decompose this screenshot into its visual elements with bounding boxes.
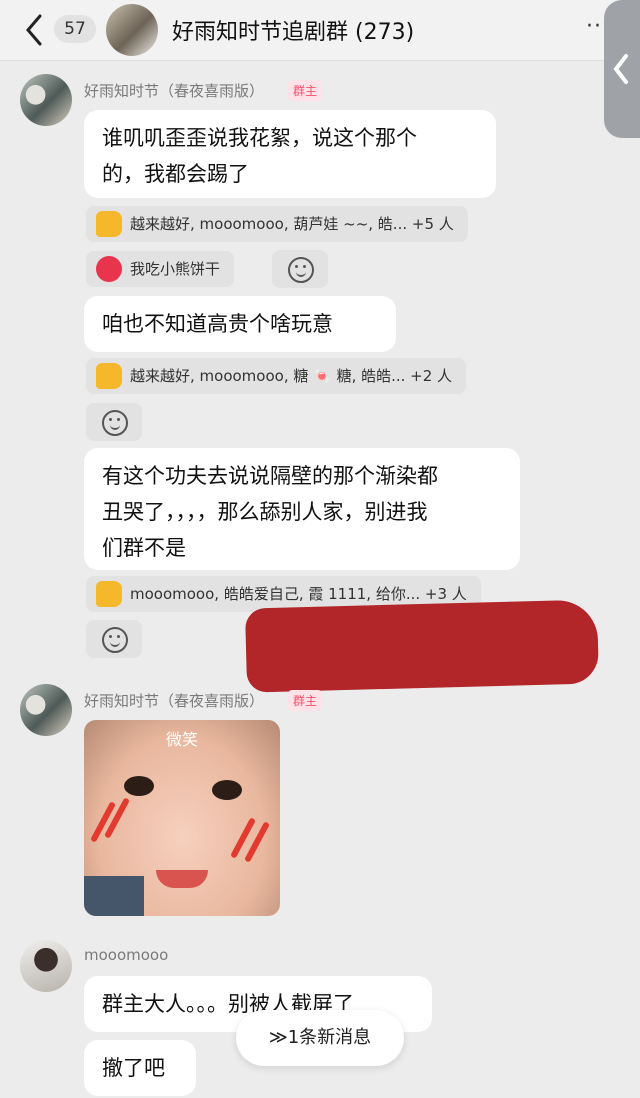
baby-sticker-image[interactable]: 微笑 [84,720,280,916]
message-text-line: 的，我都会踢了 [102,162,249,186]
message-text-line: 撤了吧 [102,1056,165,1080]
sender-avatar[interactable] [20,940,72,992]
owner-tag: 群主 [288,690,323,711]
sticker-shirt [84,876,144,916]
unread-count-badge[interactable]: 57 [54,15,96,43]
sticker-eye [212,780,242,800]
sender-avatar[interactable] [20,74,72,126]
message-text-line: 们群不是 [102,536,186,560]
back-arrow-icon[interactable] [20,10,50,50]
message-text-line: 谁叽叽歪歪说我花絮，说这个那个 [102,126,417,150]
add-reaction-button[interactable] [272,250,328,288]
reaction-bar[interactable]: 我吃小熊饼干 [86,251,235,287]
thumbs-up-icon [96,363,122,389]
group-avatar[interactable] [106,4,158,56]
smiley-icon [102,627,128,653]
message-bubble[interactable]: 有这个功夫去说说隔壁的那个渐染都 丑哭了，，，，那么舔别人家，别进我 们群不是 [84,448,520,570]
reaction-bar[interactable]: 越来越好, mooomooo, 糖 🍬 糖, 皓皓... +2 人 [86,358,467,394]
message-bubble[interactable]: 撤了吧 [84,1040,196,1096]
add-reaction-button[interactable] [86,620,142,658]
add-reaction-button[interactable] [86,403,142,441]
reaction-users: mooomooo, 皓皓爱自己, 霞 1111, 给你... +3 人 [130,585,467,603]
smiley-icon [102,410,128,436]
message-text-line: 咱也不知道高贵个啥玩意 [102,312,333,336]
sender-avatar[interactable] [20,684,72,736]
thumbs-up-icon [96,211,122,237]
reaction-bar[interactable]: 越来越好, mooomooo, 葫芦娃 ~~, 皓... +5 人 [86,206,468,242]
reaction-users: 我吃小熊饼干 [130,260,221,278]
chat-title: 好雨知时节追剧群 (273) [172,20,415,45]
reaction-users: 越来越好, mooomooo, 糖 🍬 糖, 皓皓... +2 人 [130,367,453,385]
thumbs-up-icon [96,581,122,607]
chat-header: 57 好雨知时节追剧群 (273) ·· [0,0,640,61]
reaction-users: 越来越好, mooomooo, 葫芦娃 ~~, 皓... +5 人 [130,215,454,233]
smiley-icon [288,257,314,283]
side-drawer-tab[interactable] [604,0,640,138]
message-bubble[interactable]: 咱也不知道高贵个啥玩意 [84,296,396,352]
sticker-caption: 微笑 [165,730,198,749]
owner-tag: 群主 [288,80,323,101]
sender-name: 好雨知时节（春夜喜雨版） [84,82,265,100]
redaction-scribble [244,599,600,693]
sender-name: 好雨知时节（春夜喜雨版） [84,692,265,710]
chevron-left-icon [613,54,628,84]
heart-icon [96,256,122,282]
more-menu-icon[interactable]: ·· [586,14,602,39]
message-bubble[interactable]: 谁叽叽歪歪说我花絮，说这个那个 的，我都会踢了 [84,110,496,198]
sticker-eye [124,776,154,796]
message-text-line: 有这个功夫去说说隔壁的那个渐染都 [102,464,438,488]
sender-name: mooomooo [84,946,169,964]
message-text-line: 丑哭了，，，，那么舔别人家，别进我 [102,500,428,524]
sticker-mouth [156,870,208,888]
new-message-pill[interactable]: ≫1条新消息 [236,1010,404,1066]
